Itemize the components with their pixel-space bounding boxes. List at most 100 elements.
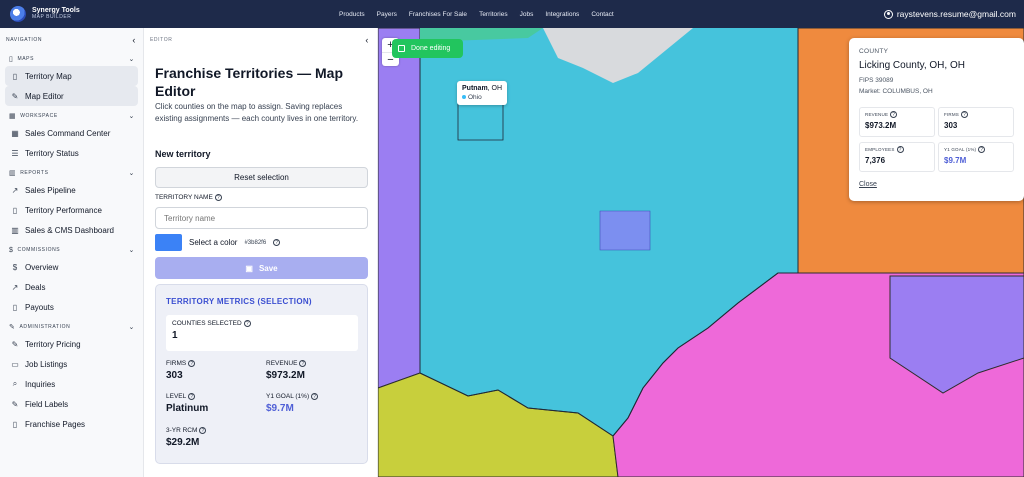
help-icon[interactable]: ? (243, 320, 251, 327)
save-icon: ▣ (245, 263, 253, 273)
sidebar-item-label: Territory Map (25, 71, 72, 81)
territory-name-label: TERRITORY NAME ? (155, 194, 222, 201)
nav-jobs[interactable]: Jobs (520, 11, 534, 18)
help-icon[interactable]: ? (890, 111, 898, 118)
color-label: Select a color (189, 238, 238, 247)
goal-value: $9.7M (266, 403, 294, 414)
territory-name-input[interactable] (155, 207, 368, 229)
indiana-region[interactable] (378, 28, 421, 389)
help-icon[interactable]: ? (299, 360, 307, 367)
section-title: COMMISSIONS (17, 247, 61, 253)
sidebar-item-sales-command-center[interactable]: ▦ Sales Command Center (5, 123, 138, 143)
help-icon[interactable]: ? (311, 393, 319, 400)
nav-contact[interactable]: Contact (591, 11, 613, 18)
licking-county-selected[interactable] (599, 210, 651, 251)
sidebar-item-job-listings[interactable]: ▭ Job Listings (5, 354, 138, 374)
section-title: REPORTS (20, 170, 49, 176)
nav-payers[interactable]: Payers (377, 11, 397, 18)
sidebar-item-label: Franchise Pages (25, 419, 86, 429)
section-workspace[interactable]: ▦ WORKSPACE ⌄ (0, 109, 143, 123)
firms-label: FIRMS (166, 360, 187, 367)
sidebar-item-label: Payouts (25, 302, 54, 312)
sidebar-item-deals[interactable]: ↗ Deals (5, 277, 138, 297)
info-fips: FIPS 39089 (859, 77, 894, 84)
save-button[interactable]: ▣ Save (155, 257, 368, 279)
sidebar-item-sales-pipeline[interactable]: ↗ Sales Pipeline (5, 180, 138, 200)
info-kicker: COUNTY (859, 48, 889, 55)
color-picker-row: Select a color #3b82f6 ? (155, 234, 281, 251)
section-commissions[interactable]: $ COMMISSIONS ⌄ (0, 243, 143, 257)
document-icon: ▯ (12, 302, 18, 312)
map-icon: ▯ (12, 71, 18, 81)
trend-icon: ↗ (11, 185, 19, 195)
top-nav: Products Payers Franchises For Sale Terr… (339, 0, 626, 28)
info-firms-card: FIRMS? 303 (938, 107, 1014, 137)
info-revenue-value: $973.2M (865, 121, 897, 130)
territory-name-label-text: TERRITORY NAME (155, 194, 213, 201)
dollar-icon: $ (12, 262, 18, 272)
sidebar-item-payouts[interactable]: ▯ Payouts (5, 297, 138, 317)
sidebar-item-franchise-pages[interactable]: ▯ Franchise Pages (5, 414, 138, 434)
nav-franchises-for-sale[interactable]: Franchises For Sale (409, 11, 467, 18)
sidebar-item-label: Territory Pricing (25, 339, 81, 349)
editor-description: Click counties on the map to assign. Sav… (155, 102, 359, 123)
help-icon[interactable]: ? (214, 194, 222, 201)
brand[interactable]: Synergy Tools MAP BUILDER (0, 6, 180, 22)
sidebar-item-label: Territory Performance (25, 205, 102, 215)
sidebar-item-overview[interactable]: $ Overview (5, 257, 138, 277)
collapse-sidebar-icon[interactable]: ‹ (132, 35, 136, 45)
top-bar: Synergy Tools MAP BUILDER Products Payer… (0, 0, 1024, 28)
sidebar-item-label: Sales Command Center (25, 128, 111, 138)
bar-chart-icon: ▥ (9, 170, 17, 177)
section-administration[interactable]: ✎ ADMINISTRATION ⌄ (0, 320, 143, 334)
wrench-icon: ✎ (9, 324, 16, 331)
save-label: Save (258, 263, 278, 273)
help-icon[interactable]: ? (188, 360, 196, 367)
map-icon: ▯ (9, 56, 14, 63)
done-editing-button[interactable]: Done editing (392, 39, 463, 58)
page-title: Franchise Territories — Map Editor (155, 65, 344, 99)
edit-icon: ✎ (11, 91, 19, 101)
color-swatch[interactable] (155, 234, 182, 251)
help-icon[interactable]: ? (188, 393, 196, 400)
sidebar-item-territory-status[interactable]: ☰ Territory Status (5, 143, 138, 163)
section-maps[interactable]: ▯ MAPS ⌄ (0, 52, 143, 66)
sidebar-item-territory-pricing[interactable]: ✎ Territory Pricing (5, 334, 138, 354)
putnam-county[interactable] (457, 102, 504, 141)
chevron-down-icon: ⌄ (128, 324, 135, 331)
territory-map[interactable]: + − Done editing Putnam, OH Ohio COUNTY … (378, 28, 1024, 477)
document-icon: ▯ (12, 419, 18, 429)
sidebar-item-label: Sales & CMS Dashboard (25, 225, 114, 235)
user-icon (883, 9, 893, 19)
sidebar-item-territory-map[interactable]: ▯ Territory Map (5, 66, 138, 86)
sidebar-item-label: Field Labels (25, 399, 69, 409)
help-icon[interactable]: ? (961, 111, 968, 118)
nav-territories[interactable]: Territories (479, 11, 508, 18)
help-icon[interactable]: ? (896, 146, 904, 153)
sidebar-item-label: Deals (25, 282, 46, 292)
info-market: Market: COLUMBUS, OH (859, 88, 933, 95)
sidebar-item-map-editor[interactable]: ✎ Map Editor (5, 86, 138, 106)
search-icon: ⌕ (12, 379, 18, 388)
sidebar-header: NAVIGATION (6, 37, 43, 43)
user-menu[interactable]: raystevens.resume@gmail.com (883, 0, 1016, 28)
sidebar-item-sales-cms-dashboard[interactable]: ▥ Sales & CMS Dashboard (5, 220, 138, 240)
sidebar-item-inquiries[interactable]: ⌕ Inquiries (5, 374, 138, 394)
help-icon[interactable]: ? (978, 146, 986, 153)
editor-header: EDITOR (150, 37, 173, 43)
sidebar-item-territory-performance[interactable]: ▯ Territory Performance (5, 200, 138, 220)
counties-selected-label: COUNTIES SELECTED (172, 320, 242, 327)
sidebar-item-field-labels[interactable]: ✎ Field Labels (5, 394, 138, 414)
collapse-editor-icon[interactable]: ‹ (365, 35, 369, 45)
close-info-link[interactable]: Close (859, 181, 877, 188)
info-employees-label: EMPLOYEES (865, 147, 895, 152)
reset-selection-button[interactable]: Reset selection (155, 167, 368, 188)
nav-products[interactable]: Products (339, 11, 365, 18)
help-icon[interactable]: ? (273, 239, 281, 246)
section-title: WORKSPACE (20, 113, 58, 119)
trend-icon: ↗ (11, 282, 19, 292)
metrics-title: TERRITORY METRICS (SELECTION) (166, 297, 312, 306)
help-icon[interactable]: ? (199, 427, 207, 434)
nav-integrations[interactable]: Integrations (545, 11, 579, 18)
section-reports[interactable]: ▥ REPORTS ⌄ (0, 166, 143, 180)
